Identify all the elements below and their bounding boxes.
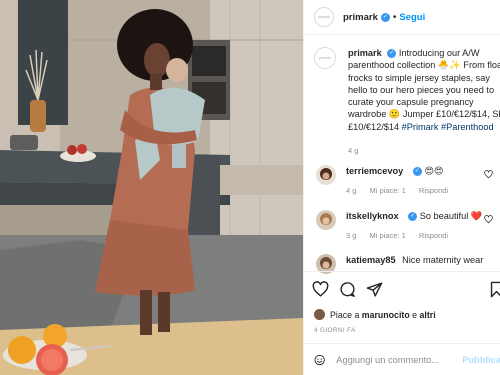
avatar-logo-text: primark [318, 56, 332, 60]
comment-username[interactable]: katiemay85 [346, 255, 396, 265]
comment-text: Nice maternity wear [402, 255, 484, 265]
caption-line: curate your capsule pregnancy [348, 97, 474, 108]
comment-username[interactable]: terriemcevoy [346, 166, 403, 176]
emoji-icon[interactable] [314, 352, 325, 368]
heart-icon[interactable] [312, 281, 329, 298]
post-header: primark primark ✓ • Segui [304, 0, 500, 35]
likes-others-link[interactable]: altri [420, 310, 436, 320]
comment-likes[interactable]: Mi piace: 1 [370, 231, 406, 240]
comment-likes[interactable]: Mi piace: 1 [370, 186, 406, 195]
caption-line: Introducing our A/W [398, 48, 480, 58]
caption-text: primark ✓ Introducing our A/W parenthood… [348, 47, 500, 157]
comment-username[interactable]: itskellyknox [346, 211, 399, 221]
caption-line: £10/€12/$14 [348, 121, 400, 132]
caption-line: parenthood collection 🐣✨ From floaty [348, 60, 500, 71]
comment-text: So beautiful ❤️ [419, 211, 483, 221]
hashtag-link[interactable]: #Primark [402, 122, 439, 132]
likes-connector: e [412, 309, 418, 320]
account-avatar[interactable]: primark [314, 7, 334, 27]
post-caption: primark primark ✓ Introducing our A/W pa… [314, 47, 500, 157]
verified-icon: ✓ [387, 49, 397, 59]
comment-icon[interactable] [339, 281, 356, 298]
comment-timestamp[interactable]: 3 g [346, 231, 356, 240]
commenter-avatar[interactable] [316, 210, 336, 230]
liker-avatar[interactable] [314, 309, 325, 320]
caption-timestamp[interactable]: 4 g [348, 145, 500, 157]
separator-dot: • [392, 11, 397, 23]
caption-avatar[interactable]: primark [314, 47, 336, 69]
post-photo[interactable] [0, 0, 303, 375]
action-bar [312, 281, 383, 298]
reply-button[interactable]: Rispondi [419, 231, 448, 240]
hashtag-link[interactable]: #Parenthood [441, 122, 494, 132]
follow-button[interactable]: Segui [399, 12, 425, 23]
caption-username[interactable]: primark [348, 48, 382, 58]
share-icon[interactable] [366, 281, 383, 298]
add-comment-bar: Pubblica [304, 343, 500, 375]
verified-icon: ✓ [380, 12, 390, 22]
post-photo-illustration [0, 0, 303, 375]
post-details-panel: primark primark ✓ • Segui primark primar… [303, 0, 500, 375]
reply-button[interactable]: Rispondi [419, 186, 448, 195]
publish-button[interactable]: Pubblica [462, 355, 500, 365]
comment-text: 😍😍 [424, 166, 444, 176]
verified-icon: ✓ [412, 167, 422, 177]
likes-prefix: Piace a [330, 309, 360, 320]
liker-username[interactable]: marunocito [362, 310, 410, 320]
comment-item: terriemcevoy ✓ 😍😍 4 g Mi piace: 1 Rispon… [316, 165, 500, 197]
post-date[interactable]: 4 GIORNI FA [314, 327, 356, 334]
commenter-avatar[interactable] [316, 165, 336, 185]
account-username[interactable]: primark [343, 12, 378, 23]
comment-input[interactable] [336, 354, 457, 365]
comment-item: itskellyknox ✓ So beautiful ❤️ 3 g Mi pi… [316, 210, 500, 242]
heart-icon[interactable] [484, 215, 493, 224]
heart-icon[interactable] [484, 170, 493, 179]
bookmark-icon[interactable] [488, 281, 500, 298]
avatar-logo-text: primark [317, 15, 331, 19]
verified-icon: ✓ [408, 212, 418, 222]
caption-line: frocks to simple jersey staples, say [348, 72, 490, 83]
comment-timestamp[interactable]: 4 g [346, 186, 356, 195]
caption-line: hello to our hero pieces you need to [348, 84, 495, 95]
caption-line: wardrobe 🙂 Jumper £10/€12/$14, Skirt [348, 109, 500, 120]
likes-summary: Piace a marunocito e altri [314, 309, 436, 320]
